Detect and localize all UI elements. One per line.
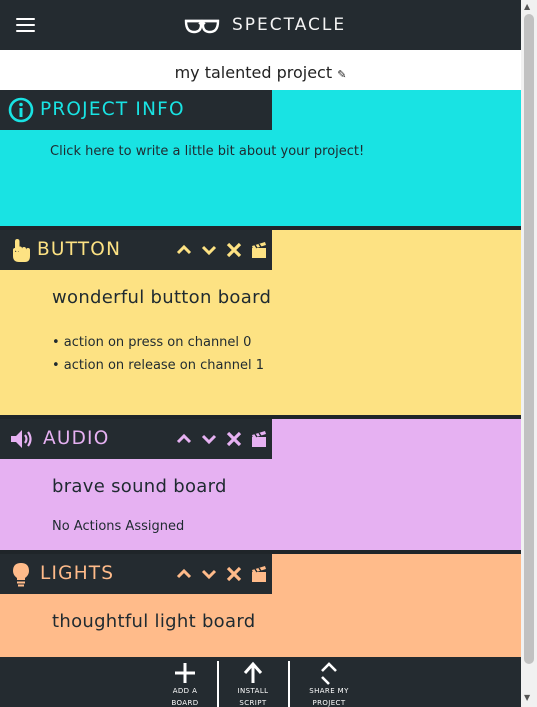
project-info-section: PROJECT INFO Click here to write a littl…	[0, 90, 521, 226]
action-item[interactable]: • action on release on channel 1	[52, 358, 264, 373]
audio-board-label: AUDIO	[43, 428, 110, 449]
install-script-label-line2: SCRIPT	[239, 699, 267, 707]
project-name-bar: my talented project ✎	[0, 50, 521, 90]
project-name[interactable]: my talented project	[175, 63, 333, 82]
audio-board-controls	[175, 430, 275, 448]
footer-divider	[288, 661, 290, 707]
button-board-tab: BUTTON	[0, 230, 272, 270]
audio-board-tab: AUDIO	[0, 419, 272, 459]
lights-board-controls	[175, 565, 275, 583]
lights-board-tab: LIGHTS	[0, 554, 272, 594]
hand-pointer-icon	[13, 239, 30, 262]
button-board-controls	[175, 241, 275, 259]
install-script-label-line1: INSTALL	[237, 687, 269, 695]
footer-divider	[217, 661, 219, 707]
button-board-title[interactable]: wonderful button board	[52, 287, 271, 308]
delete-icon[interactable]	[225, 241, 243, 259]
edit-icon[interactable]: ✎	[337, 68, 346, 81]
no-actions-text: No Actions Assigned	[52, 519, 185, 534]
scroll-up-icon[interactable]: ▲	[524, 2, 530, 12]
project-info-label: PROJECT INFO	[40, 99, 185, 120]
move-down-icon[interactable]	[200, 565, 218, 583]
info-icon	[8, 97, 34, 123]
add-board-label-line2: BOARD	[171, 699, 199, 707]
audio-board-title[interactable]: brave sound board	[52, 476, 227, 497]
speaker-icon	[11, 430, 32, 448]
button-board-section: BUTTON wonderful button board • action o…	[0, 226, 521, 415]
move-down-icon[interactable]	[200, 430, 218, 448]
share-project-label-line2: PROJECT	[312, 699, 346, 707]
project-info-tab: PROJECT INFO	[0, 90, 272, 130]
move-up-icon[interactable]	[175, 430, 193, 448]
delete-icon[interactable]	[225, 430, 243, 448]
scrollbar-thumb[interactable]	[524, 14, 534, 664]
arrow-up-icon	[243, 661, 263, 683]
footer-toolbar: ADD A BOARD INSTALL SCRIPT SHARE MY PROJ…	[0, 657, 521, 707]
share-icon	[321, 662, 337, 685]
move-down-icon[interactable]	[200, 241, 218, 259]
vertical-scrollbar[interactable]: ▲ ▼	[521, 0, 537, 707]
app-title: SPECTACLE	[232, 15, 347, 35]
clapperboard-icon[interactable]	[250, 565, 268, 583]
lights-board-title[interactable]: thoughtful light board	[52, 611, 255, 632]
lights-board-label: LIGHTS	[40, 563, 115, 584]
move-up-icon[interactable]	[175, 241, 193, 259]
clapperboard-icon[interactable]	[250, 241, 268, 259]
lights-board-section: LIGHTS thoughtful light board	[0, 550, 521, 657]
share-project-button[interactable]: SHARE MY PROJECT	[296, 657, 362, 707]
top-bar: SPECTACLE	[0, 0, 521, 50]
action-item[interactable]: • action on press on channel 0	[52, 335, 251, 350]
install-script-button[interactable]: INSTALL SCRIPT	[222, 657, 284, 707]
share-project-label-line1: SHARE MY	[309, 687, 349, 695]
brand: SPECTACLE	[184, 13, 346, 37]
audio-board-section: AUDIO brave sound board No Actions Assig…	[0, 415, 521, 550]
scroll-down-icon[interactable]: ▼	[524, 693, 530, 703]
add-board-label-line1: ADD A	[172, 687, 198, 695]
lightbulb-icon	[13, 563, 29, 587]
plus-icon	[175, 663, 195, 683]
app-window: SPECTACLE my talented project ✎ PROJECT …	[0, 0, 521, 707]
move-up-icon[interactable]	[175, 565, 193, 583]
hamburger-menu-icon[interactable]	[16, 16, 36, 33]
clapperboard-icon[interactable]	[250, 430, 268, 448]
project-description-prompt[interactable]: Click here to write a little bit about y…	[50, 144, 364, 159]
spectacles-logo-icon	[184, 19, 220, 34]
add-board-button[interactable]: ADD A BOARD	[154, 657, 216, 707]
button-board-label: BUTTON	[37, 239, 122, 260]
delete-icon[interactable]	[225, 565, 243, 583]
